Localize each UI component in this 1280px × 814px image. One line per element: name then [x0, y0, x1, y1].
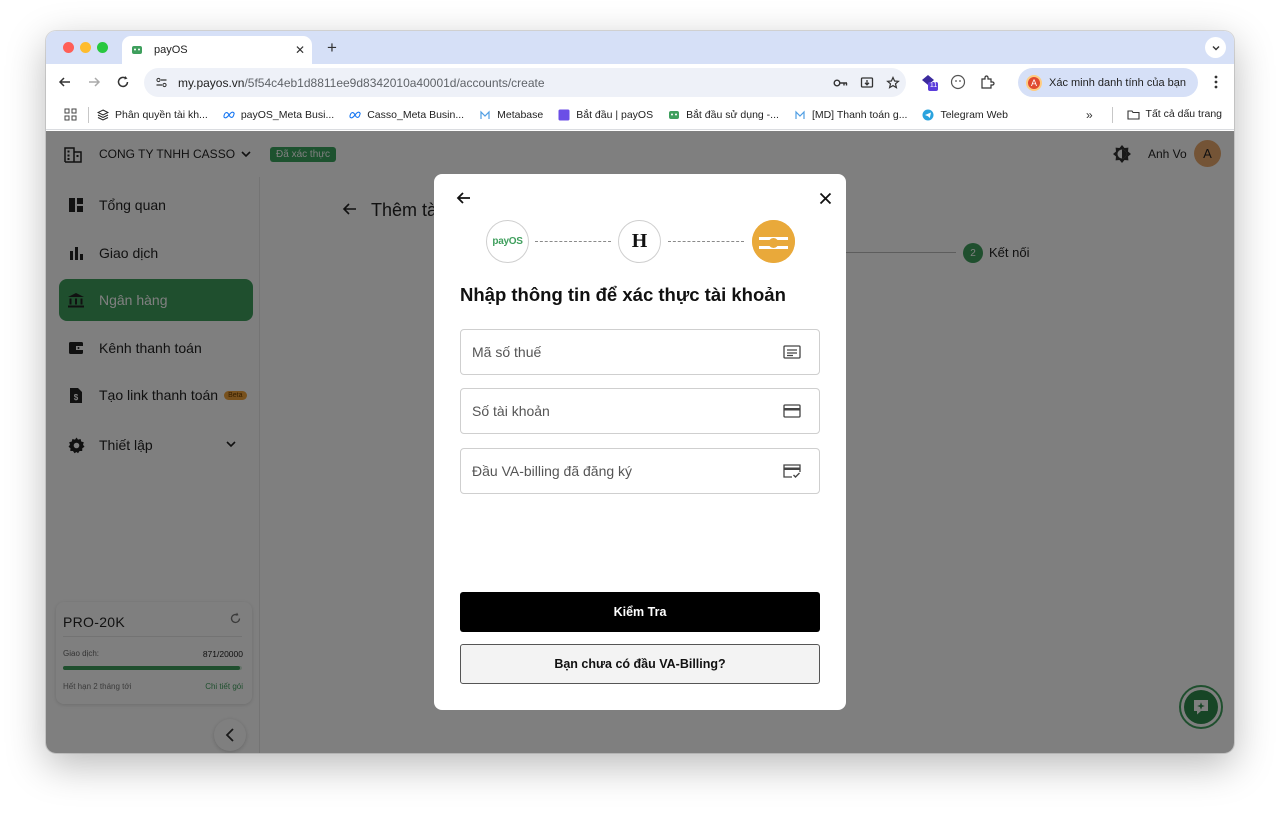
apps-grid-icon[interactable]	[60, 108, 80, 121]
account-number-field[interactable]	[460, 388, 820, 434]
check-button[interactable]: Kiểm Tra	[460, 592, 820, 632]
bookmark-label: Metabase	[497, 108, 544, 121]
tax-code-field[interactable]	[460, 329, 820, 375]
back-arrow-icon[interactable]	[454, 188, 474, 208]
browser-tab[interactable]: payOS ✕	[122, 36, 312, 64]
bookmark-label: payOS_Meta Busi...	[240, 108, 335, 121]
extensions-puzzle-icon[interactable]	[977, 72, 997, 92]
h-logo: H	[618, 220, 661, 263]
va-billing-prefix-field[interactable]	[460, 448, 820, 494]
tab-search-button[interactable]	[1205, 37, 1226, 58]
more-bookmarks-button[interactable]: »	[1086, 108, 1093, 122]
metabase-icon	[479, 109, 491, 121]
extension-badge-count: 11	[929, 82, 938, 89]
payos-logo: payOS	[486, 220, 529, 263]
meta-icon	[223, 109, 235, 121]
all-bookmarks-label: Tất cả dấu trang	[1145, 108, 1222, 120]
all-bookmarks-button[interactable]: Tất cả dấu trang	[1126, 108, 1222, 120]
bookmark-item[interactable]: Casso_Meta Busin...	[349, 109, 464, 121]
url-text[interactable]: my.payos.vn/5f54c4eb1d8811ee9d8342010a40…	[178, 76, 828, 90]
bookmark-separator	[1112, 107, 1113, 123]
verify-account-modal: payOS H Nhập thông tin để xác thực tài k…	[434, 174, 846, 710]
reload-icon[interactable]	[112, 71, 134, 93]
bookmark-item[interactable]: Metabase	[479, 109, 543, 121]
bookmark-label: Casso_Meta Busin...	[367, 108, 465, 121]
forward-icon[interactable]	[83, 71, 105, 93]
meta-icon	[349, 109, 361, 121]
va-billing-prefix-input[interactable]	[472, 449, 781, 493]
bank-logo	[752, 220, 795, 263]
install-app-icon[interactable]	[854, 76, 880, 90]
modal-title: Nhập thông tin để xác thực tài khoản	[460, 284, 786, 305]
new-tab-button[interactable]: +	[322, 38, 342, 58]
connector-dash	[668, 241, 744, 242]
telegram-icon	[922, 109, 934, 121]
profile-button[interactable]: A Xác minh danh tính của bạn	[1018, 68, 1198, 97]
browser-window: payOS ✕ + my.payos.vn/5f54c4eb1d8811ee9d…	[46, 31, 1234, 753]
bookmark-star-icon[interactable]	[880, 75, 906, 90]
address-bar[interactable]: my.payos.vn/5f54c4eb1d8811ee9d8342010a40…	[144, 68, 906, 97]
close-icon[interactable]	[815, 188, 835, 208]
maximize-window-button[interactable]	[97, 42, 108, 53]
bookmark-label: Bắt đầu | payOS	[576, 108, 654, 121]
tab-close-icon[interactable]: ✕	[288, 43, 312, 57]
tax-code-input[interactable]	[472, 330, 781, 374]
purple-square-icon	[558, 109, 570, 121]
page-viewport: CONG TY TNHH CASSO Đã xác thực Anh Vo A …	[46, 131, 1234, 753]
h-logo-text: H	[631, 230, 648, 252]
site-info-icon[interactable]	[152, 76, 170, 89]
stack-icon	[97, 108, 109, 121]
connector-dash	[535, 241, 611, 242]
extension-face-icon[interactable]	[948, 72, 968, 92]
payos-logo-text: payOS	[492, 236, 523, 247]
card-check-icon	[781, 460, 803, 482]
profile-avatar: A	[1026, 74, 1042, 91]
minimize-window-button[interactable]	[80, 42, 91, 53]
bookmark-item[interactable]: Bắt đầu sử dụng -...	[668, 109, 779, 121]
bookmark-separator	[88, 106, 89, 123]
payos-icon	[668, 109, 680, 121]
payos-favicon-icon	[130, 43, 144, 57]
id-card-icon	[781, 341, 803, 363]
bookmarks-bar: Phân quyền tài kh... payOS_Meta Busi... …	[46, 100, 1234, 130]
bookmark-item[interactable]: Bắt đầu | payOS	[558, 109, 653, 121]
url-path: /5f54c4eb1d8811ee9d8342010a40001d/accoun…	[244, 75, 545, 90]
profile-status-text: Xác minh danh tính của bạn	[1049, 76, 1186, 89]
extension-badge-icon[interactable]: 11	[919, 72, 939, 92]
browser-toolbar: my.payos.vn/5f54c4eb1d8811ee9d8342010a40…	[46, 64, 1234, 100]
close-window-button[interactable]	[63, 42, 74, 53]
bookmark-label: Phân quyền tài kh...	[115, 108, 208, 121]
password-key-icon[interactable]	[828, 77, 854, 89]
url-host: my.payos.vn	[178, 75, 245, 90]
folder-icon	[1126, 109, 1140, 120]
bookmark-item[interactable]: payOS_Meta Busi...	[223, 109, 334, 121]
no-va-billing-button[interactable]: Bạn chưa có đầu VA-Billing?	[460, 644, 820, 684]
bookmark-label: Bắt đầu sử dụng -...	[686, 108, 779, 121]
tab-title: payOS	[154, 44, 188, 56]
bookmark-item[interactable]: Phân quyền tài kh...	[97, 109, 208, 121]
bookmark-label: [MD] Thanh toán g...	[811, 108, 908, 121]
credit-card-icon	[781, 400, 803, 422]
tab-strip: payOS ✕ +	[46, 31, 1234, 64]
bookmark-item[interactable]: [MD] Thanh toán g...	[794, 108, 908, 121]
account-number-input[interactable]	[472, 389, 781, 433]
metabase-icon	[794, 109, 806, 121]
back-icon[interactable]	[54, 71, 76, 93]
bookmark-label: Telegram Web	[940, 108, 1008, 121]
bookmark-item[interactable]: Telegram Web	[922, 109, 1008, 121]
browser-menu-icon[interactable]	[1208, 72, 1224, 92]
